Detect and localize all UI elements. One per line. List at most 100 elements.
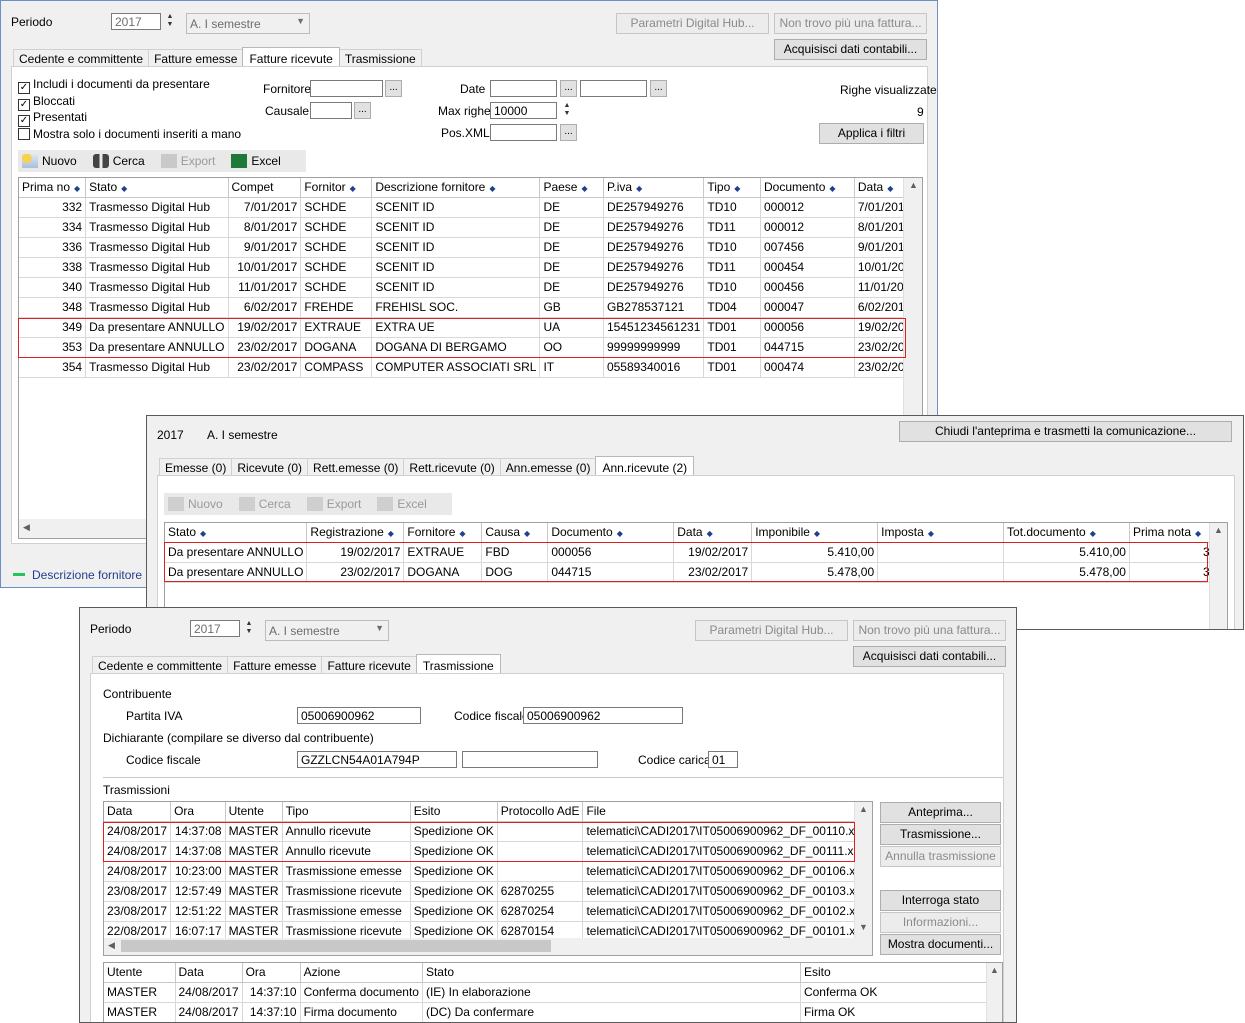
- table-row[interactable]: MASTER 24/08/2017 14:37:10 Conferma documen…: [104, 982, 989, 1003]
- cerca-button[interactable]: Cerca: [92, 154, 145, 168]
- col-tipo[interactable]: Tipo ◆: [703, 178, 761, 198]
- includi-checkbox[interactable]: ✓ Includi i documenti da presentare: [18, 77, 210, 94]
- semester-select[interactable]: A. I semestre ▼: [265, 620, 389, 641]
- col-protocollo[interactable]: Protocollo AdE: [497, 802, 584, 822]
- export-button[interactable]: Export: [306, 497, 361, 511]
- anteprima-button[interactable]: Anteprima...: [880, 802, 1001, 823]
- col-documento[interactable]: Documento ◆: [760, 178, 855, 198]
- non-trovo-fattura-button[interactable]: Non trovo più una fattura...: [853, 620, 1006, 641]
- dich-codice-fiscale-field[interactable]: GZZLCN54A01A794P: [297, 751, 457, 768]
- date-from-browse-button[interactable]: ...: [560, 80, 577, 97]
- col-utente[interactable]: Utente: [225, 802, 283, 822]
- col-compet[interactable]: Compet: [228, 178, 302, 198]
- col-stato[interactable]: Stato ◆: [85, 178, 229, 198]
- col-imposta[interactable]: Imposta ◆: [877, 523, 1005, 543]
- col-data[interactable]: Data: [104, 802, 172, 822]
- table-row[interactable]: 349 Da presentare ANNULLO 19/02/2017 EXTRAU…: [19, 317, 922, 338]
- col-utente[interactable]: Utente: [104, 963, 176, 983]
- scroll-up-icon[interactable]: ▲: [990, 965, 999, 975]
- codice-fiscale-field[interactable]: 05006900962: [523, 707, 683, 724]
- table-row[interactable]: 336 Trasmesso Digital Hub 9/01/2017 SCHDE SC…: [19, 237, 922, 258]
- col-tot-documento[interactable]: Tot.documento ◆: [1003, 523, 1130, 543]
- table-row[interactable]: 332 Trasmesso Digital Hub 7/01/2017 SCHDE SC…: [19, 197, 922, 218]
- col-azione[interactable]: Azione: [300, 963, 423, 983]
- table-row[interactable]: 348 Trasmesso Digital Hub 6/02/2017 FREHDE F…: [19, 297, 922, 318]
- vertical-scrollbar[interactable]: ▲: [1209, 523, 1227, 629]
- year-spinner[interactable]: ▲ ▼: [243, 620, 255, 637]
- col-registrazione[interactable]: Registrazione ◆: [306, 523, 405, 543]
- col-ora[interactable]: Ora: [170, 802, 226, 822]
- mostra-checkbox[interactable]: Mostra solo i documenti inseriti a mano: [18, 127, 241, 141]
- table-row[interactable]: 23/08/2017 12:51:22 MASTER Trasmissione eme…: [104, 901, 872, 922]
- semester-select[interactable]: A. I semestre ▼: [186, 13, 310, 34]
- year-spinner[interactable]: ▲ ▼: [164, 13, 176, 30]
- table-row[interactable]: MASTER 24/08/2017 14:37:10 Firma documento(…: [104, 1002, 989, 1022]
- scroll-left-icon[interactable]: ◀: [108, 940, 115, 951]
- fornitore-field[interactable]: [310, 80, 383, 97]
- table-row[interactable]: 334 Trasmesso Digital Hub 8/01/2017 SCHDE SC…: [19, 217, 922, 238]
- scroll-left-icon[interactable]: ◀: [23, 522, 30, 533]
- nuovo-button[interactable]: Nuovo: [22, 154, 77, 168]
- table-row[interactable]: 24/08/2017 14:37:08 MASTER Annullo ricevute…: [104, 841, 872, 862]
- annulla-trasmissione-button[interactable]: Annulla trasmissione: [880, 846, 1001, 867]
- mostra-documenti-button[interactable]: Mostra documenti...: [880, 934, 1001, 955]
- col-causa[interactable]: Causa ◆: [481, 523, 549, 543]
- vertical-scrollbar[interactable]: ▲ ▼: [854, 802, 872, 938]
- table-row[interactable]: 24/08/2017 10:23:00 MASTER Trasmissione eme…: [104, 861, 872, 882]
- date-from-field[interactable]: [490, 80, 557, 97]
- col-esito[interactable]: Esito: [800, 963, 989, 983]
- posxml-field[interactable]: [490, 124, 557, 141]
- year-field[interactable]: 2017: [190, 620, 240, 637]
- table-row[interactable]: 354 Trasmesso Digital Hub 23/02/2017 COMPAS…: [19, 357, 922, 378]
- chiudi-anteprima-button[interactable]: Chiudi l'anteprima e trasmetti la comuni…: [899, 421, 1232, 442]
- partita-iva-field[interactable]: 05006900962: [297, 707, 421, 724]
- table-row[interactable]: Da presentare ANNULLO 23/02/2017 DOGANA DOG…: [165, 562, 1227, 583]
- col-fornitore[interactable]: Fornitor ◆: [300, 178, 373, 198]
- table-row[interactable]: Da presentare ANNULLO 19/02/2017 EXTRAUE FB…: [165, 542, 1227, 563]
- informazioni-button[interactable]: Informazioni...: [880, 912, 1001, 933]
- col-prima-nota[interactable]: Prima no ◆: [19, 178, 87, 198]
- acquisisci-dati-contabili-button[interactable]: Acquisisci dati contabili...: [774, 39, 927, 60]
- interroga-stato-button[interactable]: Interroga stato: [880, 890, 1001, 911]
- non-trovo-fattura-button[interactable]: Non trovo più una fattura...: [774, 13, 927, 34]
- vertical-scrollbar[interactable]: ▲: [986, 963, 1002, 1022]
- applica-filtri-button[interactable]: Applica i filtri: [819, 123, 924, 144]
- col-descrizione[interactable]: Descrizione fornitore ◆: [371, 178, 541, 198]
- date-to-field[interactable]: [580, 80, 647, 97]
- causale-browse-button[interactable]: ...: [354, 102, 371, 119]
- col-paese[interactable]: Paese ◆: [539, 178, 604, 198]
- scroll-thumb[interactable]: [121, 940, 551, 952]
- scroll-down-icon[interactable]: ▼: [859, 922, 868, 932]
- export-button[interactable]: Export: [160, 154, 215, 168]
- posxml-browse-button[interactable]: ...: [560, 124, 577, 141]
- acquisisci-dati-contabili-button[interactable]: Acquisisci dati contabili...: [853, 646, 1006, 667]
- table-row[interactable]: 338 Trasmesso Digital Hub 10/01/2017 SCHDE S…: [19, 257, 922, 278]
- table-row[interactable]: 24/08/2017 14:37:08 MASTER Annullo ricevute…: [104, 821, 872, 842]
- col-stato[interactable]: Stato: [422, 963, 801, 983]
- table-row[interactable]: 353 Da presentare ANNULLO 23/02/2017 DOGANA…: [19, 337, 922, 358]
- scroll-up-icon[interactable]: ▲: [909, 180, 918, 190]
- date-to-browse-button[interactable]: ...: [650, 80, 667, 97]
- col-esito[interactable]: Esito: [410, 802, 498, 822]
- cerca-button[interactable]: Cerca: [238, 497, 291, 511]
- maxrighe-field[interactable]: 10000: [490, 102, 557, 119]
- causale-field[interactable]: [310, 102, 352, 119]
- trasmissione-button[interactable]: Trasmissione...: [880, 824, 1001, 845]
- maxrighe-spinner[interactable]: ▲ ▼: [561, 102, 573, 119]
- col-file[interactable]: File: [582, 802, 872, 822]
- parametri-digital-hub-button[interactable]: Parametri Digital Hub...: [616, 13, 769, 34]
- col-imponibile[interactable]: Imponibile ◆: [751, 523, 879, 543]
- parametri-digital-hub-button[interactable]: Parametri Digital Hub...: [695, 620, 848, 641]
- col-piva[interactable]: P.iva ◆: [603, 178, 705, 198]
- table-row[interactable]: 340 Trasmesso Digital Hub 11/01/2017 SCHDE S…: [19, 277, 922, 298]
- col-ora[interactable]: Ora: [242, 963, 301, 983]
- year-field[interactable]: 2017: [111, 13, 161, 30]
- dich-extra-field[interactable]: [462, 751, 598, 768]
- col-data[interactable]: Data: [175, 963, 243, 983]
- excel-button[interactable]: Excel: [231, 154, 281, 168]
- codice-carica-field[interactable]: 01: [708, 751, 738, 768]
- scroll-up-icon[interactable]: ▲: [859, 804, 868, 814]
- scroll-up-icon[interactable]: ▲: [1214, 525, 1223, 535]
- col-documento[interactable]: Documento ◆: [547, 523, 675, 543]
- presentati-checkbox[interactable]: ✓ Presentati: [18, 110, 87, 127]
